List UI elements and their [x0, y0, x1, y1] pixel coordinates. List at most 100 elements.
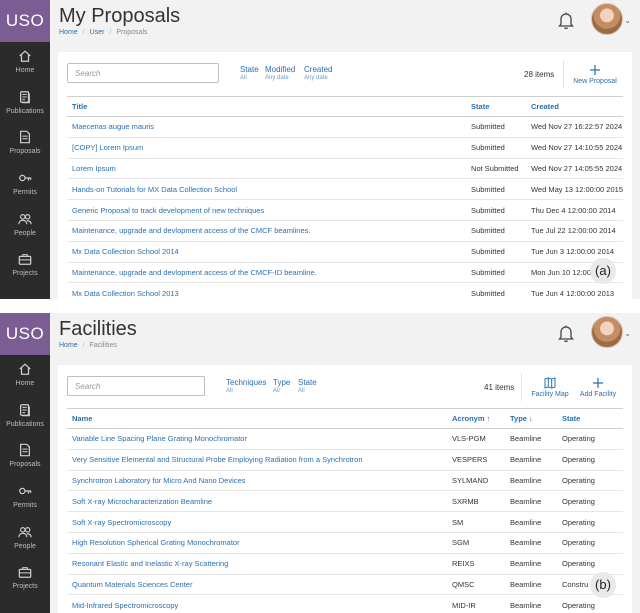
breadcrumb-home[interactable]: Home [59, 342, 78, 349]
col-name[interactable]: Name [67, 408, 447, 429]
projects-icon [18, 252, 32, 266]
nav-proposals[interactable]: Proposals [0, 123, 50, 164]
nav-publications[interactable]: Publications [0, 396, 50, 437]
facility-type: Beamline [505, 490, 557, 513]
col-acronym[interactable]: Acronym ↑ [447, 408, 505, 429]
facility-name[interactable]: Very Sensitive Elemental and Structural … [67, 449, 447, 471]
nav-permits[interactable]: Permits [0, 164, 50, 205]
proposal-title[interactable]: Maintenance, upgrade and devlopment acce… [67, 262, 467, 284]
table-row[interactable]: Lorem Ipsum Not Submitted Wed Nov 27 14:05… [67, 158, 623, 180]
facility-state: Operating [557, 449, 623, 471]
breadcrumb-current: Proposals [116, 29, 148, 36]
nav-publications[interactable]: Publications [0, 83, 50, 124]
table-row[interactable]: High Resolution Spherical Grating Monoch… [67, 532, 623, 554]
table-row[interactable]: Hands-on Tutorials for MX Data Collectio… [67, 178, 623, 201]
nav-label: People [14, 229, 36, 237]
divider [563, 60, 564, 88]
table-row[interactable]: Mx Data Collection School 2013 Submitted T… [67, 282, 623, 299]
proposal-title[interactable]: Hands-on Tutorials for MX Data Collectio… [67, 178, 467, 201]
facility-state: Operating [557, 490, 623, 513]
facility-state: Operating [557, 594, 623, 613]
col-title[interactable]: Title [67, 96, 467, 117]
proposals-icon [18, 130, 32, 144]
nav-people[interactable]: People [0, 205, 50, 246]
table-row[interactable]: [COPY] Lorem Ipsum Submitted Wed Nov 27 14… [67, 137, 623, 159]
proposal-title[interactable]: Mx Data Collection School 2014 [67, 241, 467, 263]
bell-icon[interactable] [558, 11, 574, 29]
proposal-title[interactable]: [COPY] Lorem Ipsum [67, 137, 467, 159]
filter-created[interactable]: Created Any date [304, 66, 332, 82]
search-input[interactable]: Search [67, 63, 219, 83]
filter-modified[interactable]: Modified Any date [265, 66, 295, 82]
proposal-created: Wed May 13 12:00:00 2015 [525, 178, 623, 201]
panel-label-b: (b) [590, 572, 616, 598]
app-logo[interactable]: USO [0, 0, 50, 42]
proposals-screen: USO Home Publications Proposals Permits … [0, 0, 640, 299]
search-input[interactable]: Search [67, 376, 205, 396]
col-state[interactable]: State [557, 408, 623, 429]
col-type[interactable]: Type ↓ [505, 408, 557, 429]
facility-name[interactable]: Resonant Elastic and Inelastic X-ray Sca… [67, 553, 447, 575]
table-row[interactable]: Mid-Infrared Spectromicroscopy MID-IR Beam… [67, 594, 623, 613]
chevron-down-icon[interactable]: ⌄ [624, 329, 631, 338]
nav-proposals[interactable]: Proposals [0, 436, 50, 477]
nav-label: People [14, 542, 36, 550]
filter-state[interactable]: State All [240, 66, 259, 82]
table-row[interactable]: Quantum Materials Sciences Center QMSC Bea… [67, 574, 623, 596]
facility-type: Beamline [505, 594, 557, 613]
table-row[interactable]: Resonant Elastic and Inelastic X-ray Sca… [67, 553, 623, 575]
breadcrumb-user[interactable]: User [90, 29, 105, 36]
proposal-title[interactable]: Generic Proposal to track development of… [67, 199, 467, 221]
proposal-title[interactable]: Maintenance, upgrade and devlopment acce… [67, 220, 467, 242]
proposal-title[interactable]: Lorem Ipsum [67, 158, 467, 180]
nav-home[interactable]: Home [0, 355, 50, 396]
proposal-state: Submitted [466, 137, 526, 159]
nav-home[interactable]: Home [0, 42, 50, 83]
table-row[interactable]: Soft X-ray Microcharacterization Beamlin… [67, 490, 623, 513]
facility-map-button[interactable]: Facility Map [528, 377, 572, 398]
table-row[interactable]: Soft X-ray Spectromicroscopy SM Beamline Op… [67, 511, 623, 533]
facility-name[interactable]: Synchrotron Laboratory for Micro And Nan… [67, 470, 447, 492]
new-proposal-button[interactable]: New Proposal [570, 64, 620, 85]
facility-type: Beamline [505, 470, 557, 492]
proposal-title[interactable]: Mx Data Collection School 2013 [67, 282, 467, 299]
breadcrumb-current: Facilities [89, 342, 117, 349]
facility-name[interactable]: Soft X-ray Spectromicroscopy [67, 511, 447, 533]
breadcrumb-home[interactable]: Home [59, 29, 78, 36]
chevron-down-icon[interactable]: ⌄ [624, 16, 631, 25]
avatar[interactable] [591, 3, 623, 35]
nav-permits[interactable]: Permits [0, 477, 50, 518]
proposal-created: Wed Nov 27 14:05:55 2024 [525, 158, 623, 180]
table-row[interactable]: Maintenance, upgrade and devlopment acce… [67, 262, 623, 284]
facility-name[interactable]: High Resolution Spherical Grating Monoch… [67, 532, 447, 554]
nav-people[interactable]: People [0, 518, 50, 559]
facility-name[interactable]: Quantum Materials Sciences Center [67, 574, 447, 596]
proposal-created: Wed Nov 27 14:10:55 2024 [525, 137, 623, 159]
table-row[interactable]: Maintenance, upgrade and devlopment acce… [67, 220, 623, 242]
table-row[interactable]: Generic Proposal to track development of… [67, 199, 623, 221]
app-logo[interactable]: USO [0, 313, 50, 355]
facility-name[interactable]: Soft X-ray Microcharacterization Beamlin… [67, 490, 447, 513]
proposal-title[interactable]: Maecenas augue mauris [67, 116, 467, 138]
filter-techniques[interactable]: Techniques All [226, 379, 266, 395]
facility-state: Operating [557, 532, 623, 554]
bell-icon[interactable] [558, 324, 574, 342]
table-row[interactable]: Variable Line Spacing Plane Grating Mono… [67, 428, 623, 450]
facility-name[interactable]: Mid-Infrared Spectromicroscopy [67, 594, 447, 613]
breadcrumb: Home / User / Proposals [59, 29, 148, 36]
add-facility-button[interactable]: Add Facility [576, 377, 620, 398]
nav-projects[interactable]: Projects [0, 245, 50, 286]
filter-label: Modified [265, 65, 296, 74]
table-row[interactable]: Maecenas augue mauris Submitted Wed Nov 27… [67, 116, 623, 138]
table-row[interactable]: Mx Data Collection School 2014 Submitted T… [67, 241, 623, 263]
table-row[interactable]: Synchrotron Laboratory for Micro And Nan… [67, 470, 623, 492]
col-created[interactable]: Created [525, 96, 623, 117]
avatar[interactable] [591, 316, 623, 348]
facility-name[interactable]: Variable Line Spacing Plane Grating Mono… [67, 428, 447, 450]
nav-projects[interactable]: Projects [0, 558, 50, 599]
col-state[interactable]: State [466, 96, 526, 117]
filter-state[interactable]: State All [298, 379, 317, 395]
table-row[interactable]: Very Sensitive Elemental and Structural … [67, 449, 623, 471]
facility-state: Operating [557, 553, 623, 575]
filter-type[interactable]: Type All [273, 379, 290, 395]
